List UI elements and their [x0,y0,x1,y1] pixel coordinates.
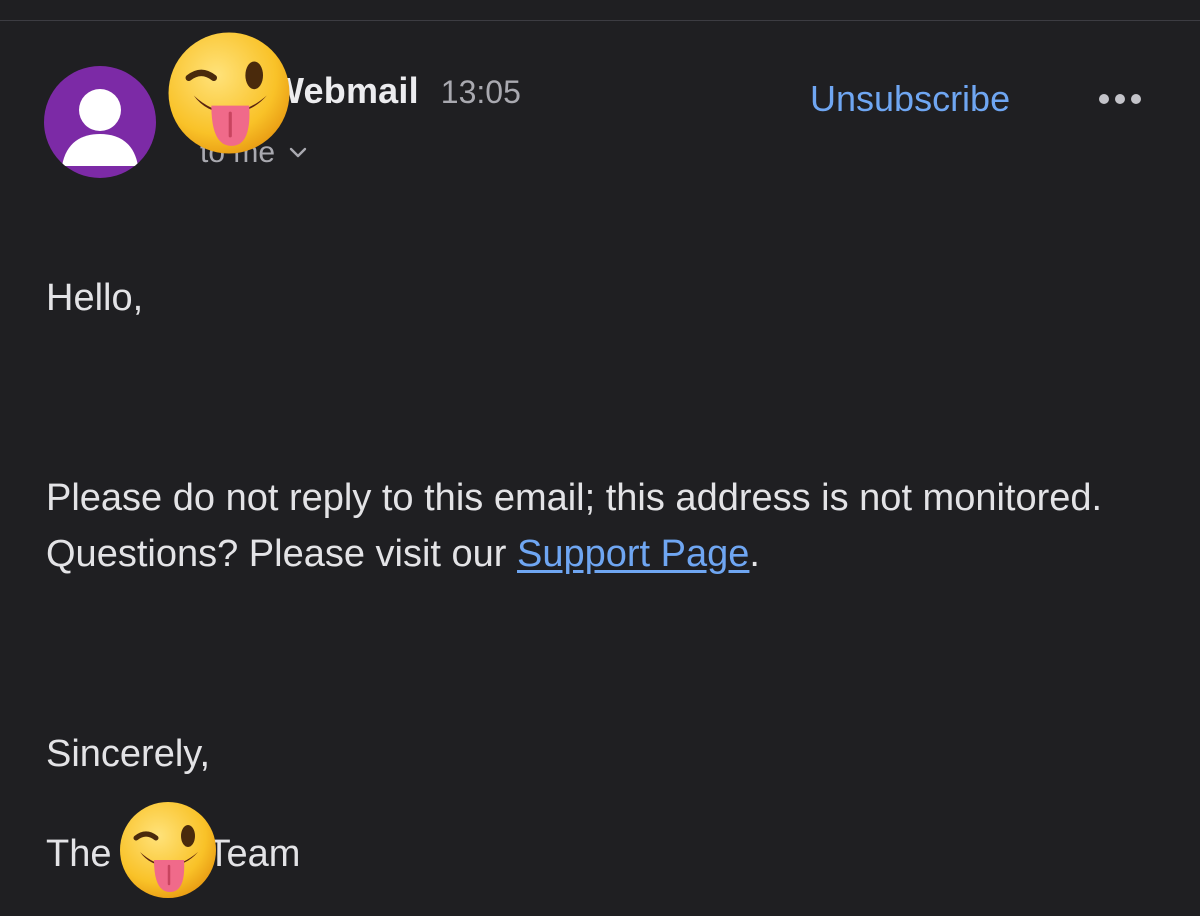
winking-tongue-emoji-icon [168,32,290,154]
support-page-link[interactable]: Support Page [517,533,749,575]
person-icon [62,89,138,166]
greeting: Hello, [46,277,144,319]
winking-tongue-emoji-icon [120,802,216,898]
sender-name[interactable]: Webmail [270,70,419,112]
unsubscribe-link[interactable]: Unsubscribe [810,78,1010,120]
divider [0,20,1200,21]
team-prefix: The [46,833,112,875]
received-time: 13:05 [440,74,521,110]
email-view: Webmail 13:05 to me Unsubscribe [0,0,1200,916]
sender-avatar[interactable] [44,66,156,178]
body-text-after-link: . [749,533,760,575]
more-horizontal-icon[interactable] [1096,86,1148,112]
body-paragraph: Please do not reply to this email; this … [46,470,1166,582]
sender-row: Webmail 13:05 [270,70,521,114]
team-suffix: Team [207,833,301,875]
signoff: Sincerely, [46,733,211,775]
